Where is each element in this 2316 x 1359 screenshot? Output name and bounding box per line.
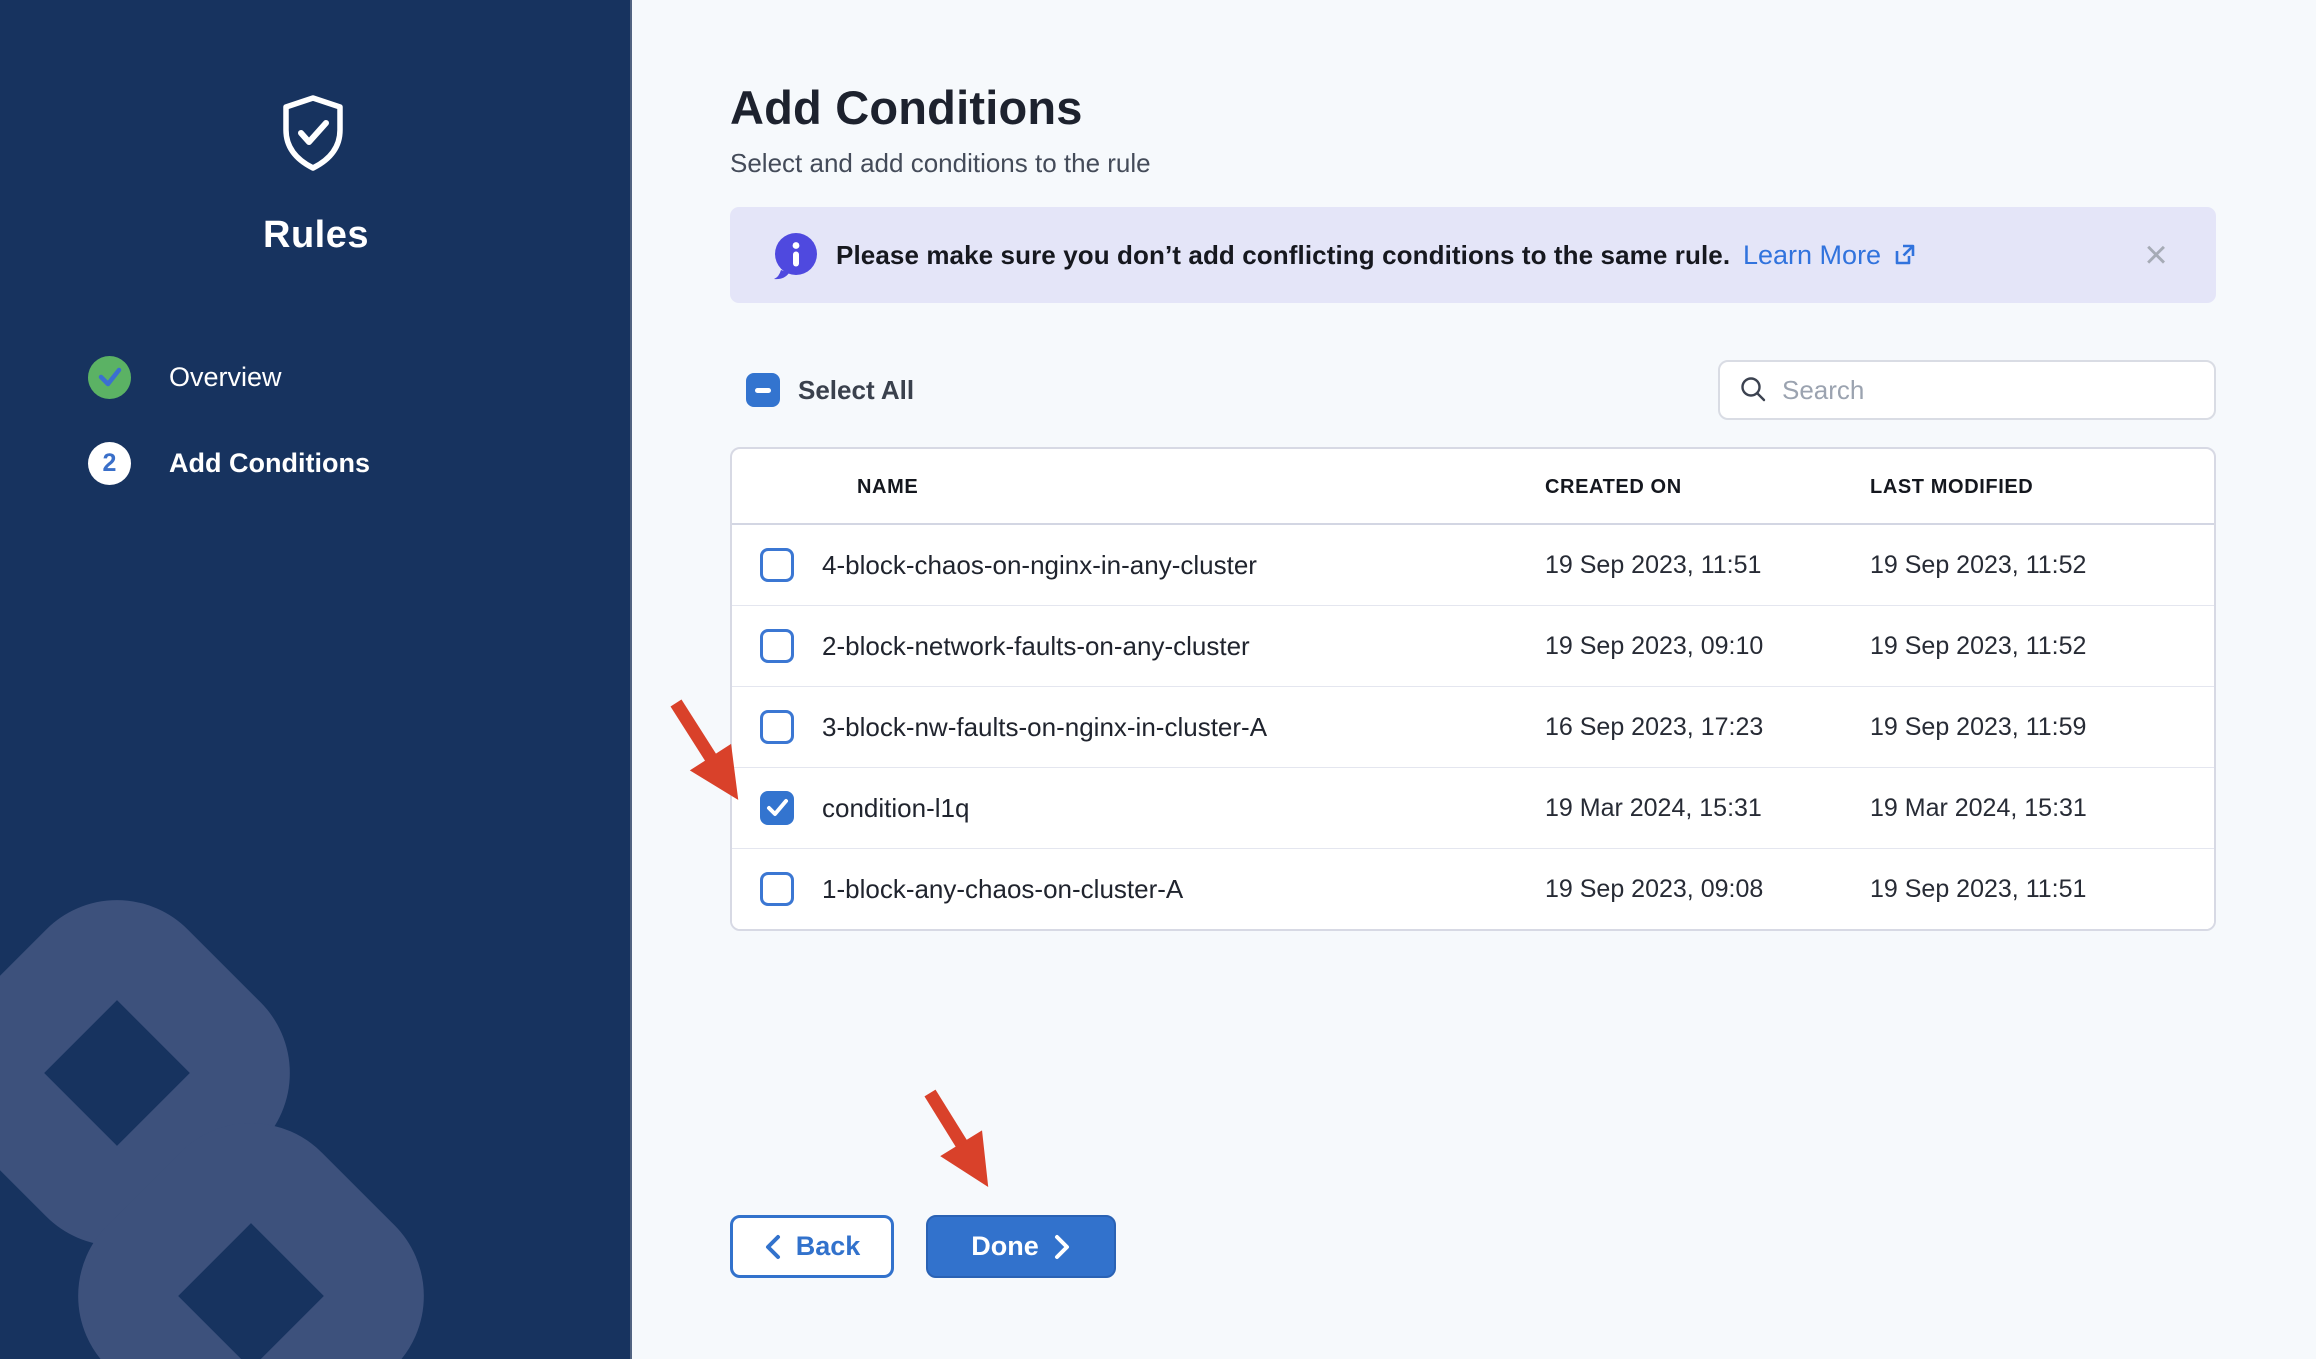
shield-check-icon <box>280 94 346 172</box>
row-name: 2-block-network-faults-on-any-cluster <box>822 606 1250 686</box>
info-banner: Please make sure you don’t add conflicti… <box>730 207 2216 303</box>
external-link-icon <box>1891 242 1917 268</box>
check-icon <box>766 798 789 817</box>
col-name: NAME <box>857 449 918 525</box>
info-icon <box>773 232 819 280</box>
col-created-on: CREATED ON <box>1545 449 1682 525</box>
brand-watermark <box>0 859 632 1359</box>
row-checkbox[interactable] <box>760 872 794 906</box>
row-created-on: 19 Mar 2024, 15:31 <box>1545 768 1762 848</box>
back-label: Back <box>796 1231 861 1262</box>
wizard-sidebar: Rules Overview 2 Add Conditions <box>0 0 632 1359</box>
col-last-modified: LAST MODIFIED <box>1870 449 2033 525</box>
sidebar-title: Rules <box>0 214 632 257</box>
row-name: 1-block-any-chaos-on-cluster-A <box>822 849 1183 929</box>
table-header: NAME CREATED ON LAST MODIFIED <box>732 449 2214 525</box>
table-row[interactable]: 1-block-any-chaos-on-cluster-A 19 Sep 20… <box>732 849 2214 929</box>
chevron-left-icon <box>764 1234 782 1260</box>
page-subtitle: Select and add conditions to the rule <box>730 148 1151 179</box>
step-done-icon <box>88 356 131 399</box>
row-last-modified: 19 Sep 2023, 11:52 <box>1870 525 2086 605</box>
sidebar-step-add-conditions[interactable]: 2 Add Conditions <box>88 441 370 485</box>
step-label: Add Conditions <box>169 448 370 479</box>
page-title: Add Conditions <box>730 80 1083 135</box>
main-content: Add Conditions Select and add conditions… <box>632 0 2316 1359</box>
row-checkbox[interactable] <box>760 548 794 582</box>
row-checkbox[interactable] <box>760 629 794 663</box>
row-last-modified: 19 Sep 2023, 11:52 <box>1870 606 2086 686</box>
step-label: Overview <box>169 362 282 393</box>
step-number-badge: 2 <box>88 442 131 485</box>
sidebar-step-overview[interactable]: Overview <box>88 355 282 399</box>
row-created-on: 19 Sep 2023, 11:51 <box>1545 525 1761 605</box>
chevron-right-icon <box>1053 1234 1071 1260</box>
select-all-control: Select All <box>746 373 914 407</box>
minus-icon <box>755 388 771 393</box>
search-input[interactable] <box>1782 375 2196 406</box>
row-last-modified: 19 Sep 2023, 11:59 <box>1870 687 2086 767</box>
done-button[interactable]: Done <box>926 1215 1116 1278</box>
row-name: 3-block-nw-faults-on-nginx-in-cluster-A <box>822 687 1267 767</box>
row-name: condition-l1q <box>822 768 969 848</box>
row-checkbox[interactable] <box>760 710 794 744</box>
select-all-label[interactable]: Select All <box>798 375 914 406</box>
table-row[interactable]: condition-l1q 19 Mar 2024, 15:31 19 Mar … <box>732 768 2214 849</box>
banner-message: Please make sure you don’t add conflicti… <box>836 207 1730 303</box>
table-row[interactable]: 3-block-nw-faults-on-nginx-in-cluster-A … <box>732 687 2214 768</box>
row-created-on: 19 Sep 2023, 09:10 <box>1545 606 1763 686</box>
search-icon <box>1738 375 1768 405</box>
table-row[interactable]: 2-block-network-faults-on-any-cluster 19… <box>732 606 2214 687</box>
learn-more-label: Learn More <box>1743 240 1881 271</box>
conditions-table: NAME CREATED ON LAST MODIFIED 4-block-ch… <box>730 447 2216 931</box>
search-box <box>1718 360 2216 420</box>
table-row[interactable]: 4-block-chaos-on-nginx-in-any-cluster 19… <box>732 525 2214 606</box>
banner-close-button[interactable]: × <box>2131 207 2181 303</box>
row-created-on: 19 Sep 2023, 09:08 <box>1545 849 1763 929</box>
row-checkbox[interactable] <box>760 791 794 825</box>
back-button[interactable]: Back <box>730 1215 894 1278</box>
row-created-on: 16 Sep 2023, 17:23 <box>1545 687 1763 767</box>
done-label: Done <box>971 1231 1039 1262</box>
learn-more-link[interactable]: Learn More <box>1743 207 1917 303</box>
select-all-checkbox[interactable] <box>746 373 780 407</box>
row-last-modified: 19 Mar 2024, 15:31 <box>1870 768 2087 848</box>
table-body: 4-block-chaos-on-nginx-in-any-cluster 19… <box>732 525 2214 929</box>
row-last-modified: 19 Sep 2023, 11:51 <box>1870 849 2086 929</box>
row-name: 4-block-chaos-on-nginx-in-any-cluster <box>822 525 1257 605</box>
close-icon: × <box>2144 235 2167 275</box>
